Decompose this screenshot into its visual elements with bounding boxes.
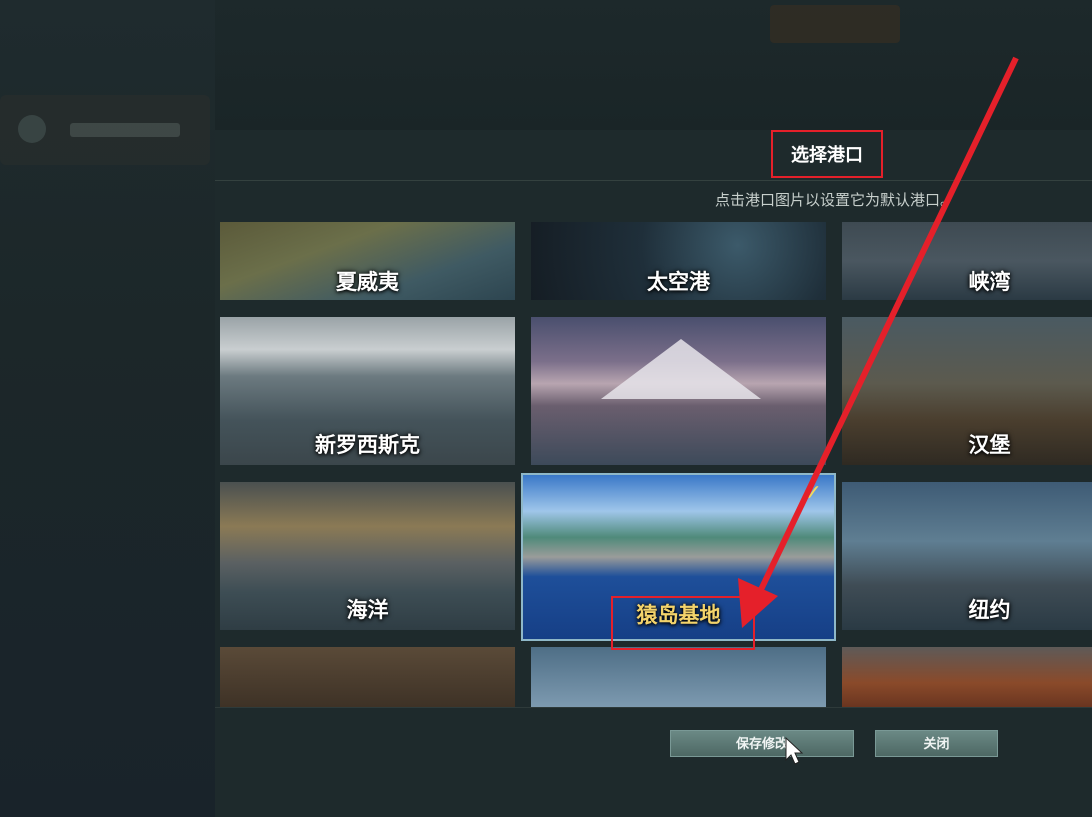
background-blurred-button <box>770 5 900 43</box>
dialog-title: 选择港口 <box>771 130 883 178</box>
port-image <box>220 647 515 707</box>
port-label: 峡湾 <box>968 270 1011 294</box>
port-tile-new-york[interactable]: 纽约 <box>842 482 1092 630</box>
selected-check-icon: ✓ <box>803 481 822 506</box>
background-top-panel <box>215 0 1092 130</box>
port-label: 夏威夷 <box>336 270 399 294</box>
header-divider <box>215 180 1092 181</box>
port-tile-dragon[interactable] <box>842 647 1092 707</box>
mountain-icon <box>601 339 761 399</box>
save-changes-button[interactable]: 保存修改 <box>670 730 854 757</box>
port-tile-fjord[interactable]: 峡湾 <box>842 222 1092 300</box>
port-tile-hamburg[interactable]: 汉堡 <box>842 317 1092 465</box>
port-image <box>842 647 1092 707</box>
port-tile-sky[interactable] <box>531 647 826 707</box>
port-label: 纽约 <box>968 598 1011 622</box>
port-tile-spaceport[interactable]: 太空港 <box>531 222 826 300</box>
port-selection-dialog: 选择港口 点击港口图片以设置它为默认港口。 夏威夷 太空港 峡湾 新罗西斯克 汉… <box>215 130 1092 817</box>
close-button[interactable]: 关闭 <box>875 730 998 757</box>
annotation-box-selected-label <box>611 596 755 650</box>
port-label: 汉堡 <box>968 433 1011 457</box>
dialog-header: 选择港口 <box>215 130 1092 180</box>
port-image <box>531 647 826 707</box>
port-tile-office[interactable] <box>220 647 515 707</box>
port-tile-hawaii[interactable]: 夏威夷 <box>220 222 515 300</box>
port-tile-novorossiysk[interactable]: 新罗西斯克 <box>220 317 515 465</box>
port-tile-mount-fuji[interactable] <box>531 317 826 465</box>
port-label: 太空港 <box>647 270 710 294</box>
port-label: 海洋 <box>346 598 389 622</box>
port-tile-ocean[interactable]: 海洋 <box>220 482 515 630</box>
footer-divider <box>215 707 1092 708</box>
dialog-subtitle: 点击港口图片以设置它为默认港口。 <box>714 191 955 209</box>
background-blurred-item <box>0 95 210 165</box>
port-label: 新罗西斯克 <box>315 433 420 457</box>
